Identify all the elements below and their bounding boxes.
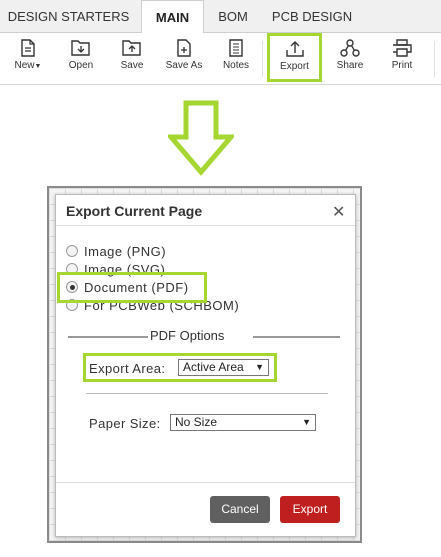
export-label: Export	[280, 61, 309, 72]
tab-main[interactable]: MAIN	[141, 0, 204, 34]
export-upload-icon	[285, 41, 304, 57]
option-label: Image (PNG)	[84, 244, 167, 259]
new-label: New	[14, 60, 35, 71]
share-label: Share	[336, 60, 364, 71]
tab-design-starters[interactable]: DESIGN STARTERS	[0, 0, 137, 33]
save-as-button[interactable]: Save As	[160, 35, 208, 81]
pdf-options-title: PDF Options	[150, 328, 225, 343]
app-root: DESIGN STARTERS MAIN BOM PCB DESIGN New▼…	[0, 0, 441, 557]
paper-size-select[interactable]: No Size ▼	[170, 414, 316, 431]
new-button[interactable]: New▼	[6, 35, 50, 81]
save-as-label: Save As	[165, 60, 203, 71]
toolbar-divider	[434, 41, 435, 77]
dropdown-arrow-icon: ▼	[302, 417, 311, 427]
cancel-button[interactable]: Cancel	[210, 496, 270, 523]
export-button[interactable]: Export	[267, 33, 322, 82]
group-divider-right	[253, 336, 340, 338]
printer-icon	[393, 39, 412, 57]
close-icon[interactable]: ✕	[332, 202, 345, 222]
open-folder-icon	[71, 40, 90, 56]
toolbar-divider	[262, 41, 263, 77]
export-confirm-button[interactable]: Export	[280, 496, 340, 523]
paper-size-value: No Size	[175, 415, 218, 429]
print-button[interactable]: Print	[382, 35, 422, 81]
down-arrow-icon	[168, 100, 234, 176]
save-button[interactable]: Save	[112, 35, 152, 81]
export-area-label: Export Area:	[89, 361, 166, 376]
export-area-select[interactable]: Active Area ▼	[178, 359, 269, 376]
tab-bom[interactable]: BOM	[206, 0, 260, 33]
paper-size-label: Paper Size:	[89, 416, 161, 431]
export-dialog: Export Current Page ✕ Image (PNG) Image …	[55, 194, 356, 537]
new-document-icon	[21, 39, 35, 57]
tab-bar: DESIGN STARTERS MAIN BOM PCB DESIGN	[0, 0, 441, 34]
tab-pcb-design[interactable]: PCB DESIGN	[262, 0, 362, 33]
export-area-value: Active Area	[183, 360, 244, 374]
open-label: Open	[68, 60, 94, 71]
save-as-document-icon	[177, 39, 191, 57]
print-label: Print	[391, 60, 413, 71]
footer-divider	[56, 482, 355, 483]
notes-label: Notes	[222, 60, 250, 71]
notes-icon	[229, 39, 243, 57]
pdf-option-highlight	[57, 272, 207, 303]
group-divider-left	[68, 336, 148, 338]
radio-icon[interactable]	[66, 245, 78, 257]
open-button[interactable]: Open	[60, 35, 102, 81]
save-folder-icon	[122, 40, 141, 56]
dropdown-arrow-icon: ▼	[255, 362, 264, 372]
chevron-down-icon: ▼	[34, 63, 42, 70]
section-divider	[86, 393, 328, 394]
share-button[interactable]: Share	[330, 35, 370, 81]
share-icon	[340, 39, 360, 57]
option-image-png[interactable]: Image (PNG)	[66, 244, 166, 262]
notes-button[interactable]: Notes	[216, 35, 256, 81]
dialog-divider	[56, 225, 355, 226]
save-label: Save	[120, 60, 144, 71]
dialog-title: Export Current Page	[66, 203, 203, 219]
toolbar: New▼ Open Save Save As Notes Export Shar…	[0, 33, 441, 85]
